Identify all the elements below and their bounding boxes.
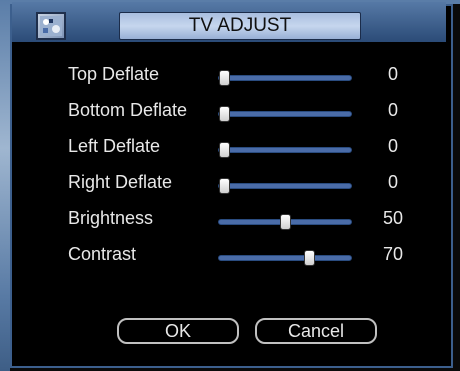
setting-label: Right Deflate [68,172,173,192]
slider-thumb[interactable] [219,106,230,122]
setting-value: 70 [382,244,404,264]
settings-area: Top Deflate 0 Bottom Deflate 0 Left Defl… [12,44,446,364]
setting-row-left-deflate: Left Deflate 0 [68,136,408,162]
setting-label: Bottom Deflate [68,100,188,120]
cancel-button[interactable]: Cancel [255,318,377,344]
setting-value: 0 [387,172,398,192]
setting-row-contrast: Contrast 70 [68,244,408,270]
slider-thumb[interactable] [219,142,230,158]
setting-value: 0 [387,136,398,156]
slider-thumb[interactable] [280,214,291,230]
title-bar: TV ADJUST [12,2,446,42]
app-icon [36,12,66,40]
left-deflate-slider[interactable] [218,142,352,158]
bottom-deflate-slider[interactable] [218,106,352,122]
slider-thumb[interactable] [219,178,230,194]
ok-button[interactable]: OK [117,318,239,344]
setting-label: Left Deflate [68,136,161,156]
setting-label: Top Deflate [68,64,160,84]
setting-row-top-deflate: Top Deflate 0 [68,64,408,90]
setting-row-bottom-deflate: Bottom Deflate 0 [68,100,408,126]
contrast-slider[interactable] [218,250,352,266]
left-desktop-strip [0,0,10,371]
setting-row-right-deflate: Right Deflate 0 [68,172,408,198]
brightness-slider[interactable] [218,214,352,230]
top-deflate-slider[interactable] [218,70,352,86]
setting-value: 0 [387,100,398,120]
setting-label: Brightness [68,208,154,228]
dialog-title: TV ADJUST [119,12,361,40]
right-deflate-slider[interactable] [218,178,352,194]
setting-label: Contrast [68,244,137,264]
setting-value: 50 [382,208,404,228]
setting-row-brightness: Brightness 50 [68,208,408,234]
setting-value: 0 [387,64,398,84]
slider-thumb[interactable] [219,70,230,86]
slider-thumb[interactable] [304,250,315,266]
